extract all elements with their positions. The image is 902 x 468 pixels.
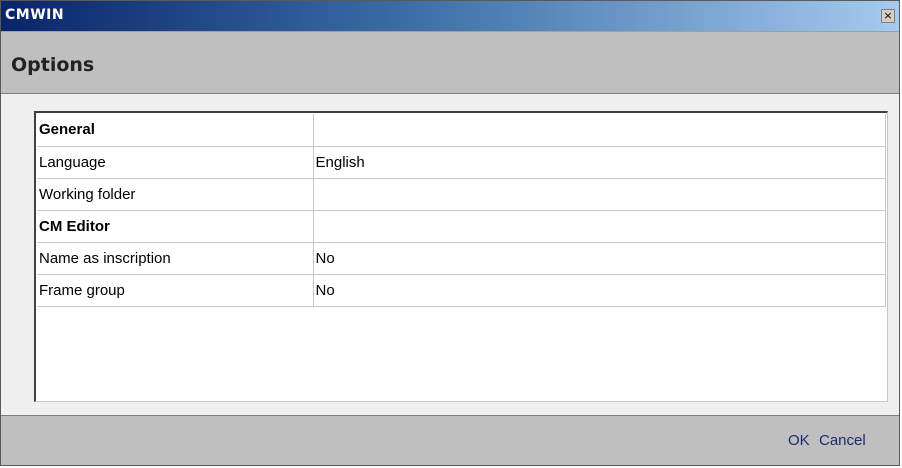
property-value-cell[interactable]: [313, 178, 886, 211]
section-header-cell: CM Editor: [37, 210, 314, 243]
property-name-cell: Name as inscription: [37, 242, 314, 275]
cancel-button[interactable]: Cancel: [819, 432, 866, 449]
section-row[interactable]: General: [37, 114, 886, 147]
property-row[interactable]: Frame group No: [37, 274, 886, 307]
property-value-cell: [313, 210, 886, 243]
property-value-cell[interactable]: No: [313, 242, 886, 275]
window-title: CMWIN: [5, 7, 65, 23]
ok-button[interactable]: OK: [788, 432, 810, 449]
property-row[interactable]: Language English: [37, 146, 886, 179]
dialog-footer: OK Cancel: [1, 415, 899, 465]
dialog-header: Options: [1, 31, 899, 93]
property-row[interactable]: Name as inscription No: [37, 242, 886, 275]
content-area: General Language English Working folder CM E…: [1, 94, 899, 415]
title-bar[interactable]: CMWIN ×: [1, 1, 899, 31]
section-row[interactable]: CM Editor: [37, 210, 886, 243]
property-table: General Language English Working folder CM E…: [37, 114, 886, 307]
property-name-cell: Working folder: [37, 178, 314, 211]
property-value-cell: [313, 114, 886, 147]
property-value-cell[interactable]: No: [313, 274, 886, 307]
section-header-cell: General: [37, 114, 314, 147]
property-name-cell: Language: [37, 146, 314, 179]
property-value-cell[interactable]: English: [313, 146, 886, 179]
page-title: Options: [11, 54, 95, 76]
close-icon: ×: [883, 9, 893, 22]
property-row[interactable]: Working folder: [37, 178, 886, 211]
options-dialog: CMWIN × Options General Language English Wo…: [0, 0, 900, 466]
property-name-cell: Frame group: [37, 274, 314, 307]
property-grid[interactable]: General Language English Working folder CM E…: [34, 111, 888, 402]
close-button[interactable]: ×: [881, 9, 895, 23]
